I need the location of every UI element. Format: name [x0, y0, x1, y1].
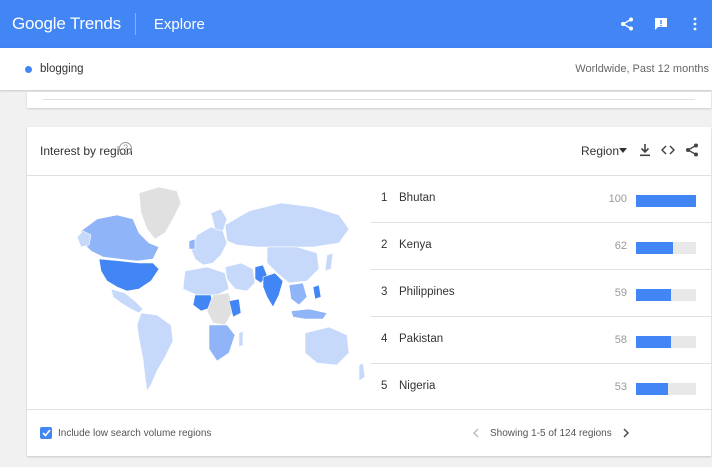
embed-icon[interactable]	[659, 141, 677, 159]
value-bar	[636, 336, 696, 348]
value-bar	[636, 242, 696, 254]
value-bar-fill	[636, 242, 674, 254]
map-region-russia	[224, 202, 350, 248]
check-icon	[41, 429, 51, 437]
region-value: 100	[608, 193, 627, 205]
caret-down-icon[interactable]	[619, 148, 627, 153]
region-row[interactable]: 4 Pakistan 58	[371, 317, 711, 364]
more-icon[interactable]	[678, 7, 712, 41]
map-region-southern-africa	[208, 324, 236, 362]
region-value: 59	[614, 287, 627, 299]
download-icon[interactable]	[636, 141, 654, 159]
pagination-text: Showing 1-5 of 124 regions	[490, 427, 612, 439]
search-term[interactable]: blogging	[40, 63, 83, 75]
map-region-india	[262, 272, 284, 308]
pagination: Showing 1-5 of 124 regions	[468, 424, 634, 442]
value-bar-fill	[636, 289, 672, 301]
map-region-japan	[324, 252, 334, 272]
card-header: Interest by region ? Region	[27, 127, 711, 176]
map-region-southeast-asia	[288, 282, 308, 306]
rank-number: 4	[381, 333, 388, 345]
map-region-indonesia	[290, 308, 328, 320]
region-name[interactable]: Philippines	[399, 286, 455, 298]
map-region-uk	[188, 238, 196, 250]
map-region-north-africa	[182, 266, 230, 296]
rank-number: 5	[381, 380, 388, 392]
region-name[interactable]: Pakistan	[399, 333, 443, 345]
rank-number: 1	[381, 192, 388, 204]
value-bar	[636, 289, 696, 301]
region-row[interactable]: 3 Philippines 59	[371, 270, 711, 317]
region-row[interactable]: 1 Bhutan 100	[371, 176, 711, 223]
top-app-bar: Google Trends Explore	[0, 0, 712, 48]
include-low-volume-checkbox[interactable]	[40, 427, 52, 439]
share-icon[interactable]	[683, 141, 701, 159]
region-row[interactable]: 2 Kenya 62	[371, 223, 711, 270]
interest-by-region-card: Interest by region ? Region 1 Bhutan 100…	[27, 127, 711, 456]
value-bar-fill	[636, 336, 671, 348]
search-scope[interactable]: Worldwide, Past 12 months	[575, 63, 709, 75]
previous-card	[27, 92, 711, 108]
region-value: 58	[614, 334, 627, 346]
value-bar-fill	[636, 383, 668, 395]
map-region-greenland	[138, 186, 182, 240]
region-value: 53	[614, 381, 627, 393]
card-divider	[43, 99, 695, 100]
search-term-bar: blogging Worldwide, Past 12 months	[0, 48, 712, 90]
help-icon[interactable]: ?	[119, 142, 132, 155]
map-region-middle-east	[224, 262, 256, 292]
map-region-south-america	[136, 312, 174, 392]
page-title: Explore	[153, 15, 205, 33]
map-region-new-zealand	[358, 362, 366, 382]
term-color-dot	[25, 65, 32, 73]
map-region-madagascar	[238, 330, 244, 348]
region-name[interactable]: Kenya	[399, 239, 432, 251]
value-bar-fill	[636, 195, 696, 207]
top-actions	[610, 0, 712, 48]
region-row[interactable]: 5 Nigeria 53	[371, 364, 711, 411]
google-trends-logo[interactable]: Google Trends	[12, 14, 121, 34]
card-footer: Include low search volume regions Showin…	[27, 409, 711, 456]
chevron-left-icon[interactable]	[468, 424, 484, 442]
region-value: 62	[614, 240, 627, 252]
value-bar	[636, 383, 696, 395]
share-icon[interactable]	[610, 7, 644, 41]
chevron-right-icon[interactable]	[618, 424, 634, 442]
rank-number: 2	[381, 239, 388, 251]
include-low-volume-label[interactable]: Include low search volume regions	[58, 428, 211, 439]
map-region-central-america	[110, 288, 144, 314]
resolution-select[interactable]: Region	[581, 144, 619, 158]
feedback-icon[interactable]	[644, 7, 678, 41]
map-region-philippines	[312, 284, 322, 300]
map-region-usa	[98, 258, 160, 292]
header-divider	[134, 13, 136, 35]
world-map[interactable]	[77, 185, 369, 399]
value-bar	[636, 195, 696, 207]
region-name[interactable]: Bhutan	[399, 192, 435, 204]
rank-number: 3	[381, 286, 388, 298]
region-name[interactable]: Nigeria	[399, 380, 435, 392]
map-region-europe	[190, 226, 228, 266]
map-region-australia	[304, 326, 350, 366]
